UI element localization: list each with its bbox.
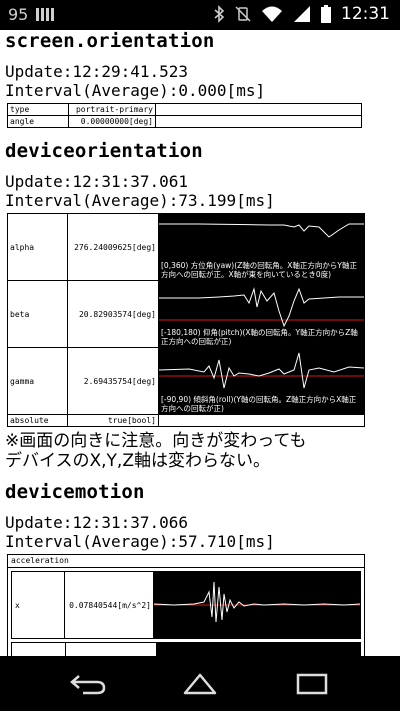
table-cell-label — [12, 643, 66, 656]
orientation-note-line1: ※画面の向きに注意。向きが変わっても — [5, 431, 307, 451]
table-cell-label: type — [7, 103, 69, 116]
table-row: beta 20.82903574[deg] [-180,180) 仰角(pitc… — [7, 280, 365, 348]
accel-x-graph-svg — [153, 581, 361, 623]
gamma-graph: [-90,90) 傾斜角(roll)(Y軸の回転角。Z軸正方向からX軸正方向への… — [159, 348, 364, 414]
orientation-note-line2: デバイスのX,Y,Z軸は変わらない。 — [5, 451, 270, 471]
deviceorientation-interval: Interval(Average):73.199[ms] — [5, 191, 275, 210]
table-cell-value: portrait-primary — [68, 103, 156, 116]
navigation-bar — [0, 656, 400, 711]
devicemotion-update: Update:12:31:37.066 — [5, 513, 189, 532]
table-cell-empty — [155, 115, 362, 128]
table-row: gamma 2.69435754[deg] [-90,90) 傾斜角(roll)… — [7, 347, 365, 415]
screen-orientation-interval: Interval(Average):0.000[ms] — [5, 81, 266, 100]
screen-orientation-update: Update:12:29:41.523 — [5, 62, 189, 81]
status-time: 12:31 — [341, 4, 390, 24]
bluetooth-icon — [214, 5, 225, 23]
accel-x-trace — [153, 581, 361, 623]
table-cell-value: 20.82903574[deg] — [67, 280, 159, 348]
home-icon — [183, 673, 217, 695]
alpha-note: [0,360) 方位角(yaw)(Z軸の回転角。X軸正方向からY軸正方向への回転… — [161, 261, 358, 279]
page-content[interactable]: screen.orientation Update:12:29:41.523 I… — [0, 30, 400, 656]
alpha-graph-cell: [0,360) 方位角(yaw)(Z軸の回転角。X軸正方向からY軸正方向への回転… — [158, 213, 365, 281]
devicemotion-interval: Interval(Average):57.710[ms] — [5, 532, 275, 551]
table-cell-value: true[bool] — [67, 414, 159, 427]
accel-y-graph — [157, 643, 360, 656]
status-bar: 95 12:31 — [0, 0, 400, 30]
acceleration-title: acceleration — [8, 555, 364, 568]
deviceorientation-update: Update:12:31:37.061 — [5, 172, 189, 191]
devicemotion-heading: devicemotion — [5, 481, 145, 503]
alpha-trace — [159, 223, 364, 238]
table-cell-empty — [155, 103, 362, 116]
back-button[interactable] — [58, 668, 118, 700]
table-cell-value: 2.69435754[deg] — [67, 347, 159, 415]
beta-note: [-180,180) 仰角(pitch)(X軸の回転角。Y軸正方向からZ軸正方向… — [161, 328, 358, 346]
notification-count: 95 — [8, 5, 29, 24]
table-row — [11, 642, 361, 656]
table-row: angle 0.00000000[deg] — [7, 115, 362, 128]
back-icon — [70, 675, 106, 695]
deviceorientation-heading: deviceorientation — [5, 140, 203, 162]
screen-orientation-heading: screen.orientation — [5, 30, 215, 52]
table-cell-label: angle — [7, 115, 69, 128]
table-cell-label: x — [12, 572, 65, 638]
table-cell-label: gamma — [7, 347, 68, 415]
table-cell-label: beta — [7, 280, 68, 348]
wifi-icon — [262, 6, 282, 22]
gamma-graph-cell: [-90,90) 傾斜角(roll)(Y軸の回転角。Z軸正方向からX軸正方向への… — [158, 347, 365, 415]
gamma-note: [-90,90) 傾斜角(roll)(Y軸の回転角。Z軸正方向からX軸正方向への… — [161, 395, 357, 413]
notification-bars-icon — [36, 8, 54, 21]
deviceorientation-table: alpha 276.24009625[deg] [0,360) 方位角(yaw)… — [7, 213, 365, 427]
table-row: type portrait-primary — [7, 103, 362, 116]
table-cell-label: alpha — [7, 213, 68, 281]
table-row: alpha 276.24009625[deg] [0,360) 方位角(yaw)… — [7, 213, 365, 281]
orientation-note: ※画面の向きに注意。向きが変わっても デバイスのX,Y,Z軸は変わらない。 — [0, 431, 400, 471]
beta-graph-cell: [-180,180) 仰角(pitch)(X軸の回転角。Y軸正方向からZ軸正方向… — [158, 280, 365, 348]
alpha-graph: [0,360) 方位角(yaw)(Z軸の回転角。X軸正方向からY軸正方向への回転… — [159, 214, 364, 280]
screen-orientation-table: type portrait-primary angle 0.00000000[d… — [7, 103, 362, 128]
recents-icon — [296, 673, 328, 695]
acceleration-panel: acceleration x 0.07840544[m/s^2] — [7, 554, 365, 656]
battery-icon — [321, 5, 331, 23]
beta-graph: [-180,180) 仰角(pitch)(X軸の回転角。Y軸正方向からZ軸正方向… — [159, 281, 364, 347]
recents-button[interactable] — [282, 668, 342, 700]
table-row: absolute true[bool] — [7, 414, 365, 427]
table-cell-value: 276.24009625[deg] — [67, 213, 159, 281]
table-cell-value: 0.07840544[m/s^2] — [65, 572, 154, 638]
table-cell-value — [66, 643, 157, 656]
signal-icon — [294, 6, 310, 22]
home-button[interactable] — [170, 668, 230, 700]
accel-x-graph — [153, 572, 361, 638]
table-row: x 0.07840544[m/s^2] — [11, 571, 361, 639]
table-cell-empty — [158, 414, 365, 427]
table-cell-value: 0.00000000[deg] — [68, 115, 156, 128]
vibrate-off-icon — [235, 6, 251, 22]
gamma-trace — [159, 352, 364, 389]
table-cell-label: absolute — [7, 414, 68, 427]
